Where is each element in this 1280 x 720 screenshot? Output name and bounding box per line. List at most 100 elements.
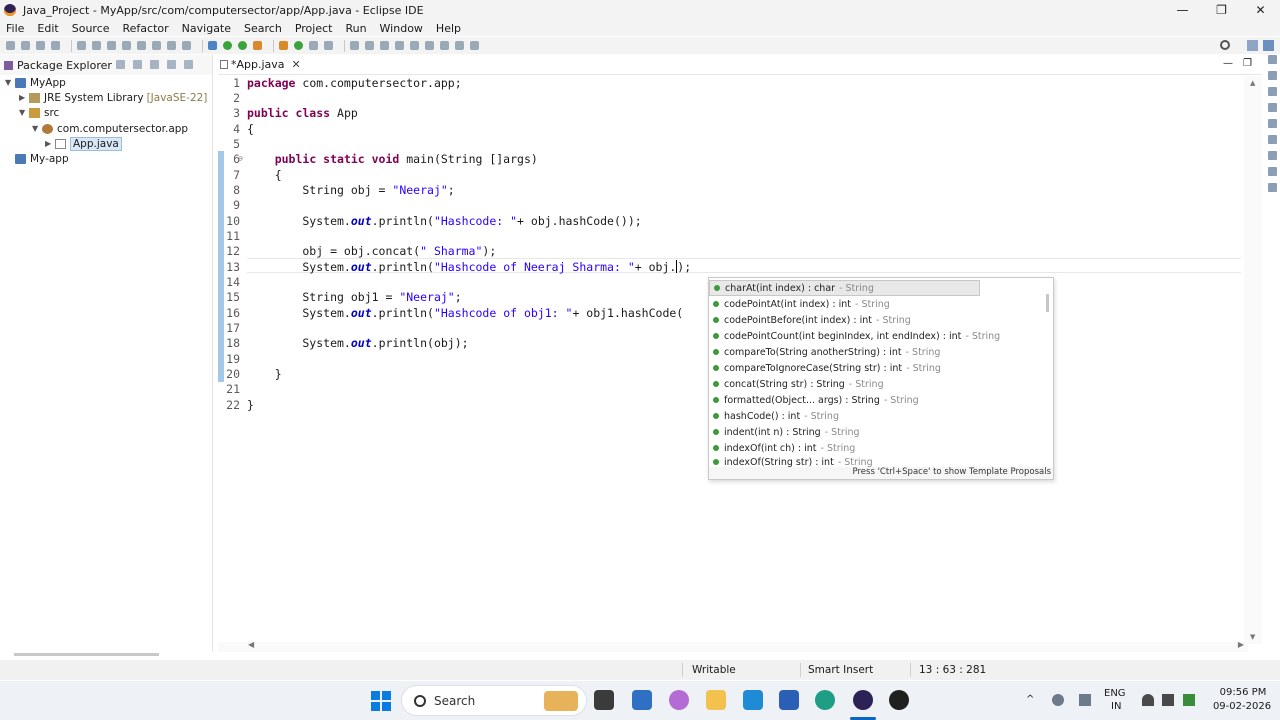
debug-icon[interactable]: [208, 41, 217, 50]
skip-breakpoints-icon[interactable]: [77, 41, 86, 50]
problems-view-icon[interactable]: [1268, 103, 1277, 112]
previous-annotation-icon[interactable]: [410, 41, 419, 50]
save-icon[interactable]: [21, 41, 30, 50]
maximize-view-icon[interactable]: [184, 60, 193, 69]
tree-item-myapp[interactable]: ▼ MyApp: [5, 75, 66, 90]
terminate-icon[interactable]: [122, 41, 131, 50]
clock-date[interactable]: 09-02-2026: [1210, 701, 1274, 712]
menu-help[interactable]: Help: [436, 22, 461, 35]
vertical-scrollbar[interactable]: ▲ ▼: [1244, 76, 1262, 644]
scroll-left-icon[interactable]: ◀: [248, 640, 254, 649]
open-type-icon[interactable]: [309, 41, 318, 50]
tab-app-java[interactable]: *App.java ✕: [218, 55, 307, 75]
collapse-all-icon[interactable]: [116, 60, 125, 69]
language-region[interactable]: IN: [1111, 701, 1121, 712]
chevron-right-icon[interactable]: ▶: [19, 93, 29, 102]
status-insert-mode[interactable]: Smart Insert: [808, 664, 873, 676]
tree-item-package[interactable]: ▼ com.computersector.app: [32, 121, 188, 136]
wifi-icon[interactable]: [1142, 694, 1154, 706]
package-explorer-title[interactable]: Package Explorer: [17, 59, 112, 72]
undo-icon[interactable]: [51, 41, 60, 50]
task-view-icon[interactable]: [594, 690, 614, 710]
chevron-down-icon[interactable]: ▼: [5, 78, 15, 87]
proposal-item[interactable]: codePointAt(int index) : int - String: [709, 296, 1047, 312]
pin-editor-icon[interactable]: [470, 41, 479, 50]
minimize-editor-icon[interactable]: —: [1223, 58, 1233, 69]
search-toolbar-icon[interactable]: [324, 41, 333, 50]
last-edit-location-icon[interactable]: [425, 41, 434, 50]
next-annotation-icon[interactable]: [395, 41, 404, 50]
proposal-item[interactable]: indexOf(int ch) : int - String: [709, 440, 1047, 456]
search-icon[interactable]: [1220, 40, 1230, 50]
save-all-icon[interactable]: [36, 41, 45, 50]
console-view-icon[interactable]: [1268, 151, 1277, 160]
new-icon[interactable]: [6, 41, 15, 50]
javadoc-view-icon[interactable]: [1268, 119, 1277, 128]
menu-source[interactable]: Source: [72, 22, 110, 35]
proposal-item[interactable]: indent(int n) : String - String: [709, 424, 1047, 440]
file-explorer-icon[interactable]: [706, 690, 726, 710]
menu-window[interactable]: Window: [380, 22, 423, 35]
status-cursor-position[interactable]: 13 : 63 : 281: [919, 664, 986, 676]
disconnect-icon[interactable]: [137, 41, 146, 50]
proposal-scrollbar[interactable]: [1046, 294, 1049, 312]
proposal-item[interactable]: codePointBefore(int index) : int - String: [709, 312, 1047, 328]
progress-view-icon[interactable]: [1268, 167, 1277, 176]
word-icon[interactable]: [779, 690, 799, 710]
copilot-icon[interactable]: [669, 690, 689, 710]
tree-item-app-java[interactable]: ▶ App.java: [45, 136, 122, 151]
menu-navigate[interactable]: Navigate: [182, 22, 231, 35]
horizontal-scrollbar[interactable]: [14, 653, 159, 656]
chevron-down-icon[interactable]: ▼: [19, 108, 29, 117]
coverage-icon[interactable]: [238, 41, 247, 50]
proposal-item[interactable]: charAt(int index) : char - String: [709, 280, 980, 296]
edge-icon[interactable]: [815, 690, 835, 710]
maximize-button[interactable]: ❐: [1202, 0, 1241, 20]
maximize-icon[interactable]: [1268, 55, 1277, 64]
resume-icon[interactable]: [92, 41, 101, 50]
menu-edit[interactable]: Edit: [37, 22, 58, 35]
tree-item-src[interactable]: ▼ src: [19, 105, 59, 120]
chevron-down-icon[interactable]: ▼: [32, 124, 42, 133]
proposal-item[interactable]: formatted(Object... args) : String - Stri…: [709, 392, 1047, 408]
outline-view-icon[interactable]: [1268, 71, 1277, 80]
close-button[interactable]: ✕: [1241, 0, 1280, 20]
declaration-view-icon[interactable]: [1268, 135, 1277, 144]
proposal-item[interactable]: hashCode() : int - String: [709, 408, 1047, 424]
horizontal-scrollbar[interactable]: ◀ ▶: [218, 640, 1248, 652]
chrome-icon[interactable]: [889, 690, 909, 710]
scroll-up-icon[interactable]: ▲: [1250, 79, 1255, 87]
proposal-item[interactable]: compareToIgnoreCase(String str) : int - S…: [709, 360, 1047, 376]
language-indicator[interactable]: ENG: [1104, 688, 1126, 699]
menu-search[interactable]: Search: [244, 22, 282, 35]
tree-item-my-app[interactable]: My-app: [5, 151, 69, 166]
new-class-icon[interactable]: [294, 41, 303, 50]
clock-time[interactable]: 09:56 PM: [1218, 687, 1268, 698]
taskbar-search[interactable]: Search: [401, 685, 587, 716]
back-icon[interactable]: [440, 41, 449, 50]
step-over-icon[interactable]: [167, 41, 176, 50]
search-view-icon[interactable]: [1268, 183, 1277, 192]
minimize-view-icon[interactable]: [167, 60, 176, 69]
menu-file[interactable]: File: [6, 22, 24, 35]
proposal-item[interactable]: codePointCount(int beginIndex, int endIn…: [709, 328, 1047, 344]
menu-project[interactable]: Project: [295, 22, 333, 35]
toggle-block-selection-icon[interactable]: [365, 41, 374, 50]
chevron-right-icon[interactable]: ▶: [45, 139, 55, 148]
windows-start-icon[interactable]: [371, 691, 391, 711]
fold-icon[interactable]: ⊖: [238, 154, 243, 163]
maximize-editor-icon[interactable]: ❐: [1243, 58, 1252, 69]
scroll-down-icon[interactable]: ▼: [1250, 633, 1255, 641]
perspective-icon[interactable]: [1247, 40, 1258, 51]
new-java-project-icon[interactable]: [279, 41, 288, 50]
eclipse-taskbar-icon[interactable]: [853, 690, 873, 710]
store-icon[interactable]: [743, 690, 763, 710]
menu-refactor[interactable]: Refactor: [123, 22, 169, 35]
toggle-mark-occurrences-icon[interactable]: [350, 41, 359, 50]
suspend-icon[interactable]: [107, 41, 116, 50]
chevron-up-icon[interactable]: ^: [1026, 694, 1038, 706]
link-with-editor-icon[interactable]: [133, 60, 142, 69]
task-list-icon[interactable]: [1268, 87, 1277, 96]
minimize-button[interactable]: —: [1163, 0, 1202, 20]
proposal-item[interactable]: concat(String str) : String - String: [709, 376, 1047, 392]
